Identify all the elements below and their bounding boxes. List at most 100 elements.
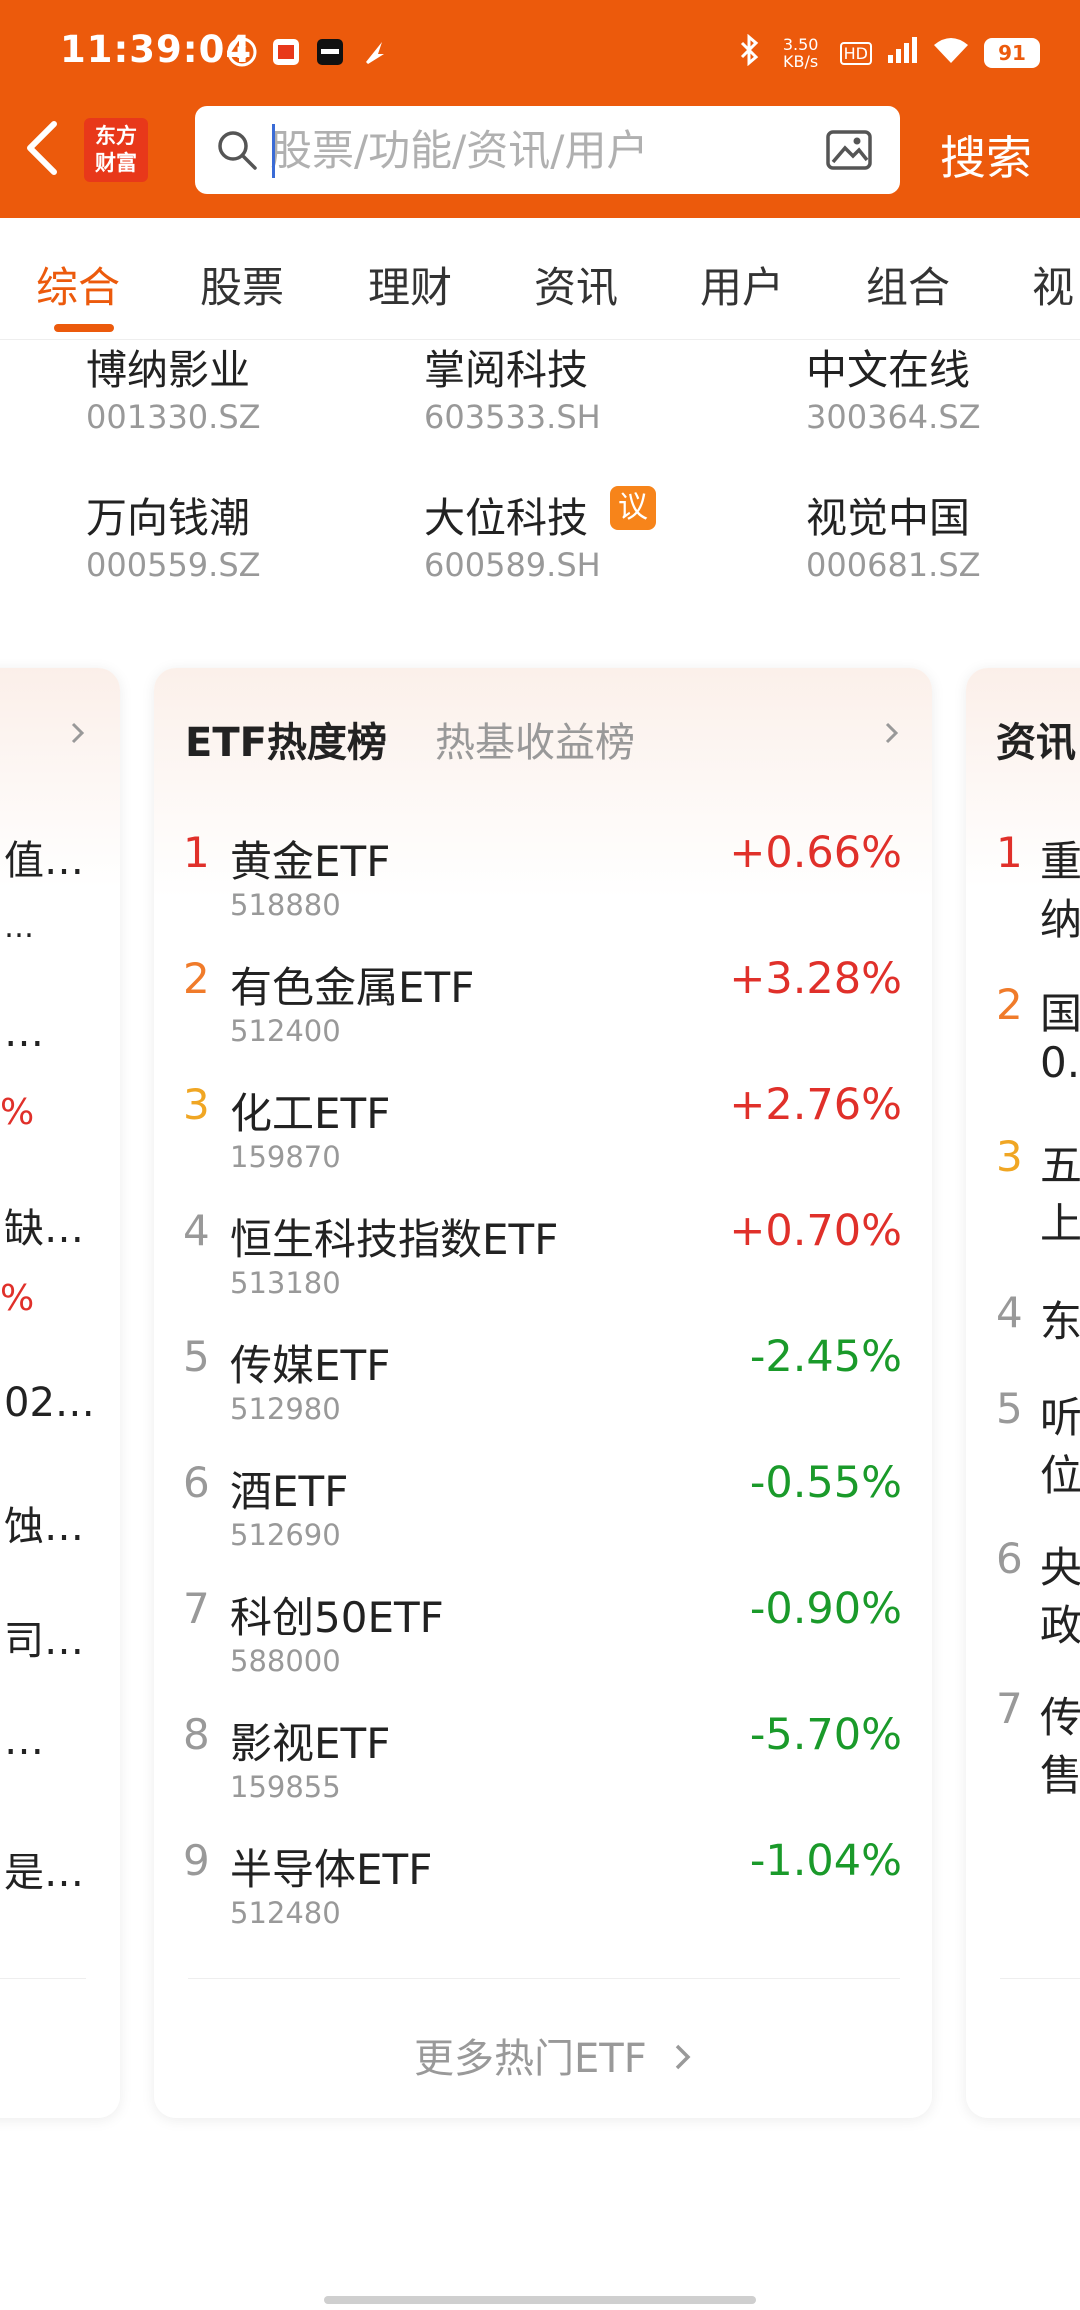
news-headline[interactable]: 央 [1040,1534,1080,1595]
search-icon [218,131,257,170]
news-headline[interactable]: 国 [1040,980,1080,1041]
news-headline-line2: 上 [1040,1199,1080,1248]
etf-rank: 7 [183,1584,210,1633]
etf-code: 588000 [230,1644,341,1678]
search-input[interactable] [270,120,790,180]
news-rank: 4 [996,1288,1023,1337]
more-etf-link[interactable]: 更多热门ETF [414,2026,695,2084]
etf-code: 512480 [230,1896,341,1930]
left-item: … [4,910,34,945]
etf-code: 512980 [230,1392,341,1426]
left-item: 值… [4,838,84,884]
etf-name[interactable]: 恒生科技指数ETF [230,1206,558,1267]
text-caret [272,124,275,178]
chevron-right-icon[interactable] [882,718,902,748]
tab-stocks[interactable]: 股票 [200,254,284,315]
news-headline[interactable]: 传 [1040,1684,1080,1745]
tab-news[interactable]: 资讯 [534,254,618,315]
stock-code: 000681.SZ [806,546,981,584]
stock-name[interactable]: 博纳影业 [86,336,250,396]
news-rank: 2 [996,980,1023,1029]
etf-code: 518880 [230,888,341,922]
etf-rank: 6 [183,1458,210,1507]
etf-name[interactable]: 科创50ETF [230,1584,444,1645]
news-headline[interactable]: 东 [1040,1288,1080,1349]
tab-wealth[interactable]: 理财 [368,254,452,315]
etf-code: 512400 [230,1014,341,1048]
etf-name[interactable]: 半导体ETF [230,1836,432,1897]
left-item: 蚀… [4,1504,84,1550]
app-notification-icon [314,36,346,68]
hd-icon: HD [839,41,872,65]
svg-text:K: K [236,43,247,62]
right-divider [1000,1978,1080,1979]
etf-change: -0.90% [749,1584,902,1634]
stock-code: 001330.SZ [86,398,261,436]
etf-change: +0.66% [729,828,902,878]
etf-name[interactable]: 黄金ETF [230,828,390,889]
fund-return-tab[interactable]: 热基收益榜 [435,710,635,768]
stock-name[interactable]: 中文在线 [806,336,970,396]
app-logo: 东方 财富 [84,118,148,182]
chevron-right-icon[interactable] [68,718,88,748]
active-tab-indicator [54,324,114,332]
back-icon[interactable] [22,118,62,178]
stock-name[interactable]: 掌阅科技 [424,336,588,396]
news-rank: 6 [996,1534,1023,1583]
etf-rank: 3 [183,1080,210,1129]
app-notification-icon [270,36,302,68]
divider [188,1978,900,1979]
battery-icon: 91 [984,38,1040,68]
etf-change: +0.70% [729,1206,902,1256]
etf-name[interactable]: 影视ETF [230,1710,390,1771]
stock-code: 000559.SZ [86,546,261,584]
discussion-badge: 议 [610,486,656,530]
etf-rank: 2 [183,954,210,1003]
tab-users[interactable]: 用户 [700,254,784,315]
home-indicator[interactable] [324,2296,756,2304]
etf-rank: 1 [183,828,210,877]
wifi-icon [932,35,970,71]
bluetooth-icon [736,33,762,72]
etf-rank: 9 [183,1836,210,1885]
stock-name[interactable]: 视觉中国 [806,484,970,544]
left-change: % [0,1278,35,1319]
etf-name[interactable]: 酒ETF [230,1458,348,1519]
news-rank: 5 [996,1384,1023,1433]
status-time: 11:39:04 [60,28,253,71]
news-card-title: 资讯 [996,720,1076,766]
etf-change: -2.45% [749,1332,902,1382]
left-item: 司… [4,1618,84,1664]
tab-portfolio[interactable]: 组合 [866,254,950,315]
news-headline-line2: 政 [1040,1601,1080,1650]
news-headline[interactable]: 重 [1040,828,1080,889]
etf-change: -5.70% [749,1710,902,1760]
etf-name[interactable]: 化工ETF [230,1080,390,1141]
app-notification-icon: K [226,36,258,68]
etf-name[interactable]: 有色金属ETF [230,954,474,1015]
left-item: 缺… [4,1206,84,1252]
etf-name[interactable]: 传媒ETF [230,1332,390,1393]
stock-name[interactable]: 万向钱潮 [86,484,250,544]
etf-rank: 4 [183,1206,210,1255]
etf-change: +3.28% [729,954,902,1004]
tab-video[interactable]: 视 [1032,254,1074,315]
search-button[interactable]: 搜索 [940,122,1032,188]
stock-code: 603533.SH [424,398,601,436]
news-headline-line2: 0. [1040,1038,1080,1087]
news-headline[interactable]: 听 [1040,1384,1080,1445]
tab-comprehensive[interactable]: 综合 [36,254,120,315]
news-headline[interactable]: 五 [1040,1132,1080,1193]
left-item: … [4,1718,44,1764]
stock-name[interactable]: 大位科技 [424,484,588,544]
etf-code: 512690 [230,1518,341,1552]
net-speed: 3.50 KB/s [782,35,819,71]
category-tabs: 综合 股票 理财 资讯 用户 组合 视 [0,230,1080,340]
etf-hot-tab[interactable]: ETF热度榜 [185,710,387,768]
left-change: % [0,1092,35,1133]
signal-icon [886,35,918,71]
image-search-icon[interactable] [825,126,877,174]
etf-change: -0.55% [749,1458,902,1508]
search-box[interactable] [195,106,900,194]
left-item: 02… [4,1380,95,1426]
